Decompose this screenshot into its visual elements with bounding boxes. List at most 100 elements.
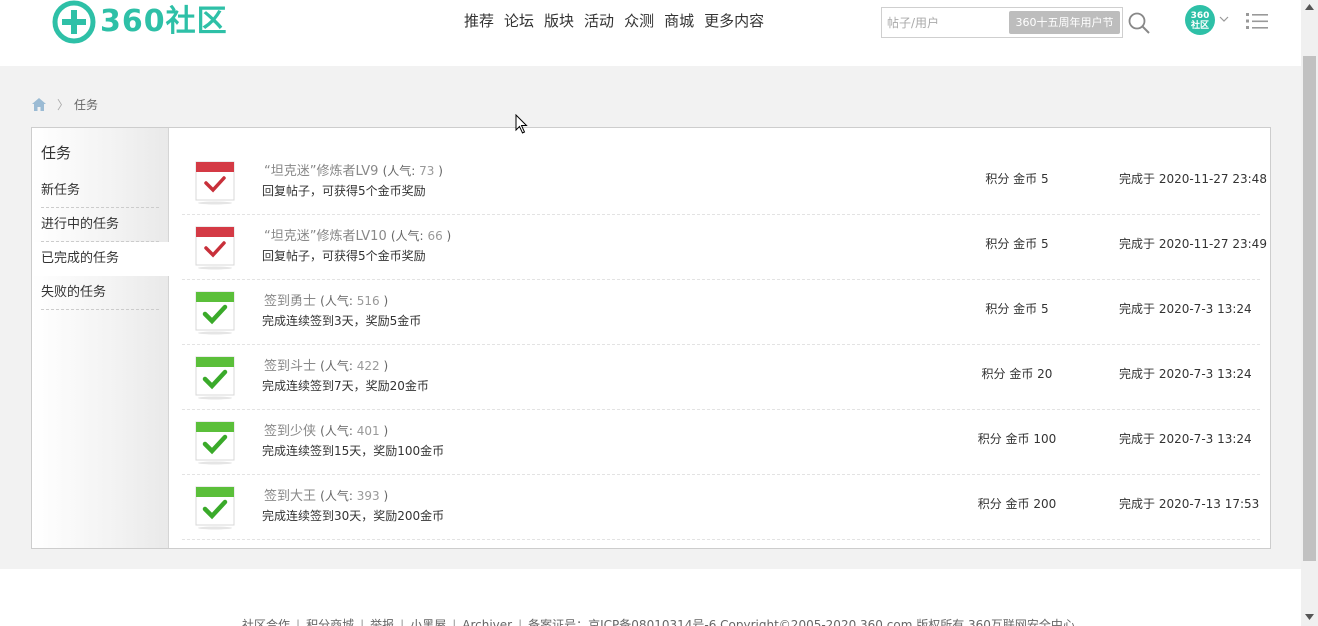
task-completed-time: 完成于 2020-7-13 17:53 xyxy=(1119,497,1260,511)
task-title[interactable]: 签到少侠 xyxy=(264,424,316,439)
task-title[interactable]: 签到勇士 xyxy=(264,294,316,309)
task-icon[interactable] xyxy=(182,150,246,214)
task-name[interactable]: 签到勇士 (人气: 516 ) xyxy=(264,290,388,309)
task-name[interactable]: 签到斗士 (人气: 422 ) xyxy=(264,355,388,374)
nav-item-recommend[interactable]: 推荐 xyxy=(464,10,494,32)
task-icon[interactable] xyxy=(182,215,246,279)
calendar-red-check-icon xyxy=(195,161,235,205)
avatar[interactable]: 360 社区 xyxy=(1185,5,1215,35)
task-completed-time: 完成于 2020-11-27 23:49 xyxy=(1119,237,1267,251)
task-title[interactable]: 签到斗士 xyxy=(264,359,316,374)
mouse-cursor-icon xyxy=(515,114,528,134)
task-popularity-label: (人气: xyxy=(390,229,424,243)
task-panel: 任务 新任务 进行中的任务 已完成的任务 失败的任务 “坦克迷”修炼者LV9 (… xyxy=(31,127,1271,549)
scroll-down-arrow-icon[interactable] xyxy=(1305,614,1314,620)
task-popularity: (人气: 516 ) xyxy=(320,294,388,308)
task-reward: 积分 金币 200 xyxy=(977,497,1057,511)
footer-divider: | xyxy=(400,618,405,626)
site-header: 360社区 推荐 论坛 版块 活动 众测 商城 更多内容 360十五周年用户节 … xyxy=(0,0,1301,66)
calendar-red-check-icon xyxy=(195,226,235,270)
task-row: “坦克迷”修炼者LV9 (人气: 73 ) 回复帖子，可获得5个金币奖励 积分 … xyxy=(182,150,1267,215)
task-reward: 积分 金币 100 xyxy=(977,432,1057,446)
footer-divider: | xyxy=(296,618,301,626)
home-icon[interactable] xyxy=(32,97,46,111)
task-popularity-label: (人气: xyxy=(320,294,353,308)
footer-copyright: Copyright©2005-2020 360.com 版权所有 360互联网安… xyxy=(720,618,1075,626)
nav-item-forum[interactable]: 论坛 xyxy=(504,10,534,32)
task-title[interactable]: 签到大王 xyxy=(264,489,316,504)
task-popularity-close: ) xyxy=(446,229,452,243)
task-popularity-close: ) xyxy=(383,424,389,438)
task-popularity: (人气: 73 ) xyxy=(383,164,443,178)
task-row: 签到大王 (人气: 393 ) 完成连续签到30天，奖励200金币 积分 金币 … xyxy=(182,475,1260,540)
task-name[interactable]: 签到少侠 (人气: 401 ) xyxy=(264,420,388,439)
breadcrumb-current: 任务 xyxy=(74,97,99,112)
task-icon[interactable] xyxy=(182,410,246,474)
task-reward: 积分 金币 5 xyxy=(985,172,1049,186)
sidebar-item-new-tasks[interactable]: 新任务 xyxy=(32,174,169,208)
task-popularity-label: (人气: xyxy=(320,424,353,438)
footer-link-report[interactable]: 举报 xyxy=(370,618,394,626)
nav-item-boards[interactable]: 版块 xyxy=(544,10,574,32)
search-input[interactable] xyxy=(887,13,1007,33)
scrollbar-thumb[interactable] xyxy=(1303,56,1316,561)
task-completed-time: 完成于 2020-7-3 13:24 xyxy=(1119,432,1252,446)
task-popularity-close: ) xyxy=(383,489,389,503)
task-popularity-value: 73 xyxy=(419,164,435,178)
calendar-green-check-icon xyxy=(195,356,235,400)
footer-link-cooperation[interactable]: 社区合作 xyxy=(242,618,290,626)
footer-link-points-mall[interactable]: 积分商城 xyxy=(306,618,354,626)
task-popularity-label: (人气: xyxy=(382,164,416,178)
footer-link-blacklist[interactable]: 小黑屋 xyxy=(410,618,446,626)
calendar-green-check-icon xyxy=(195,421,235,465)
task-row: “坦克迷”修炼者LV10 (人气: 66 ) 回复帖子，可获得5个金币奖励 积分… xyxy=(182,215,1267,280)
footer-divider: | xyxy=(518,618,523,626)
footer-links: 社区合作 | 积分商城 | 举报 | 小黑屋 | Archiver | 备案证号：京ICP备0801… xyxy=(242,616,1075,626)
task-icon[interactable] xyxy=(182,475,246,539)
sidebar-item-completed[interactable]: 已完成的任务 xyxy=(32,242,170,276)
task-completed-time: 完成于 2020-7-3 13:24 xyxy=(1119,367,1252,381)
task-popularity-value: 516 xyxy=(356,294,380,308)
task-description: 完成连续签到15天，奖励100金币 xyxy=(262,444,445,458)
task-name[interactable]: “坦克迷”修炼者LV9 (人气: 73 ) xyxy=(264,160,443,179)
task-name[interactable]: “坦克迷”修炼者LV10 (人气: 66 ) xyxy=(264,225,451,244)
task-popularity-close: ) xyxy=(383,294,389,308)
footer-icp[interactable]: 备案证号：京ICP备08010314号-6 xyxy=(528,618,716,626)
task-popularity-close: ) xyxy=(383,359,389,373)
search-icon[interactable] xyxy=(1127,11,1151,35)
task-icon[interactable] xyxy=(182,280,246,344)
task-popularity: (人气: 422 ) xyxy=(320,359,388,373)
sidebar-item-in-progress[interactable]: 进行中的任务 xyxy=(32,208,169,242)
task-row: 签到勇士 (人气: 516 ) 完成连续签到3天，奖励5金币 积分 金币 5 完… xyxy=(182,280,1260,345)
footer-link-archiver[interactable]: Archiver xyxy=(462,618,512,626)
sidebar-item-failed[interactable]: 失败的任务 xyxy=(32,276,169,310)
task-icon[interactable] xyxy=(182,345,246,409)
page-scrollbar[interactable] xyxy=(1301,0,1318,626)
scroll-up-arrow-icon[interactable] xyxy=(1305,4,1314,10)
search-promo-badge[interactable]: 360十五周年用户节 xyxy=(1009,11,1120,34)
site-footer: 社区合作 | 积分商城 | 举报 | 小黑屋 | Archiver | 备案证号：京ICP备0801… xyxy=(0,569,1301,626)
nav-item-events[interactable]: 活动 xyxy=(584,10,614,32)
task-name[interactable]: 签到大王 (人气: 393 ) xyxy=(264,485,388,504)
task-title[interactable]: “坦克迷”修炼者LV9 xyxy=(264,164,378,179)
search-box: 360十五周年用户节 xyxy=(881,7,1123,38)
calendar-green-check-icon xyxy=(195,291,235,335)
task-popularity: (人气: 393 ) xyxy=(320,489,388,503)
site-logo[interactable]: 360社区 xyxy=(52,0,262,44)
nav-item-more[interactable]: 更多内容 xyxy=(704,10,764,32)
breadcrumb-separator: 〉 xyxy=(57,97,70,112)
nav-item-mall[interactable]: 商城 xyxy=(664,10,694,32)
list-menu-icon[interactable] xyxy=(1245,11,1269,31)
chevron-down-icon[interactable] xyxy=(1219,14,1229,24)
breadcrumb: 〉 任务 xyxy=(32,94,98,114)
task-popularity-label: (人气: xyxy=(320,359,353,373)
task-completed-time: 完成于 2020-11-27 23:48 xyxy=(1119,172,1267,186)
task-description: 完成连续签到3天，奖励5金币 xyxy=(262,314,422,328)
task-title[interactable]: “坦克迷”修炼者LV10 xyxy=(264,229,387,244)
footer-divider: | xyxy=(360,618,365,626)
sidebar-title: 任务 xyxy=(41,144,72,162)
task-popularity-close: ) xyxy=(438,164,443,178)
nav-item-testing[interactable]: 众测 xyxy=(624,10,654,32)
main-nav: 推荐 论坛 版块 活动 众测 商城 更多内容 xyxy=(464,10,774,32)
task-popularity-value: 422 xyxy=(356,359,380,373)
